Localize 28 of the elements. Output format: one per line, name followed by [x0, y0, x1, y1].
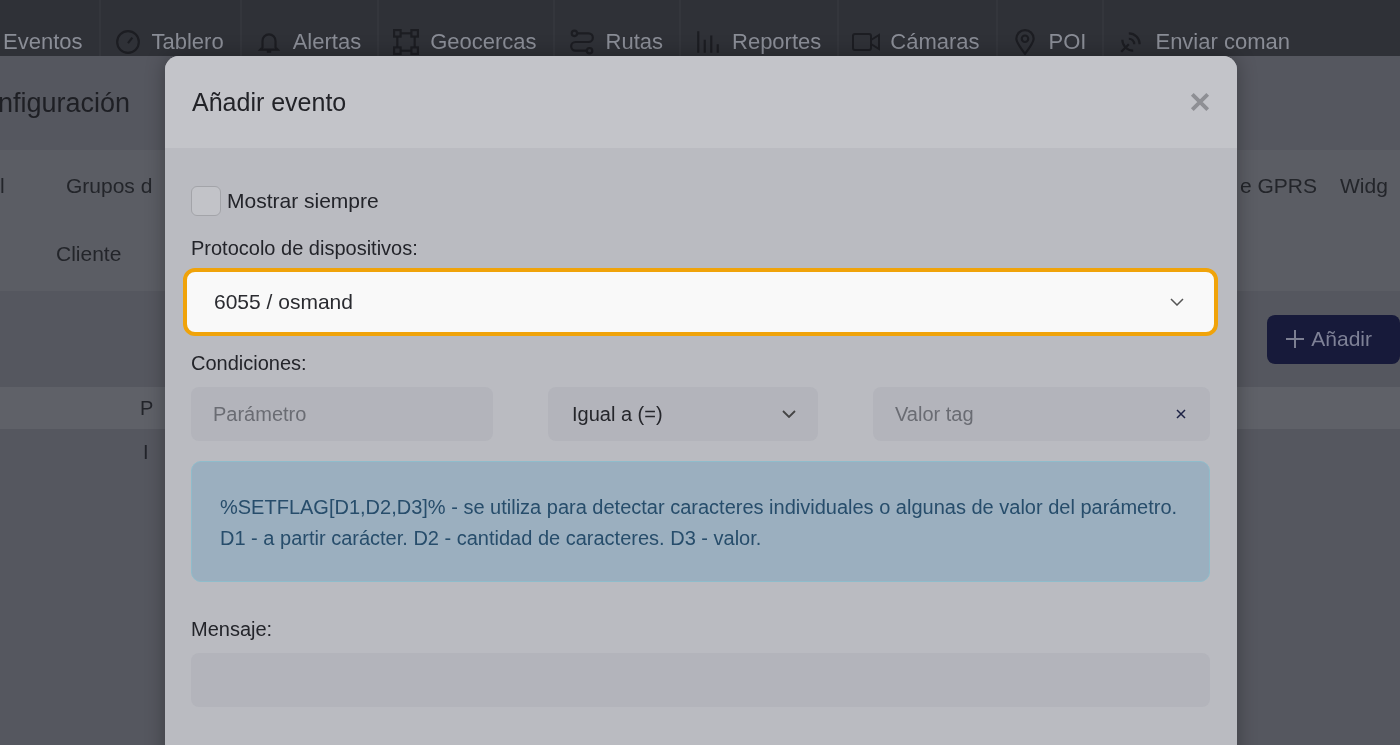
- table-header-cell: P: [140, 396, 154, 420]
- protocol-select[interactable]: 6055 / osmand: [183, 268, 1218, 336]
- nav-item[interactable]: Eventos: [0, 0, 99, 56]
- chevron-down-icon: [1170, 298, 1184, 306]
- page-title: nfiguración: [0, 87, 131, 119]
- bar-chart-icon: [694, 29, 722, 55]
- field-label: Mensaje:: [191, 618, 274, 641]
- field-label: Protocolo de dispositivos:: [191, 237, 419, 260]
- add-button[interactable]: Añadir: [1267, 314, 1400, 364]
- clear-icon[interactable]: [1176, 409, 1186, 419]
- close-icon[interactable]: [1189, 91, 1211, 113]
- tab[interactable]: Cliente: [56, 242, 122, 266]
- route-icon: [567, 29, 596, 55]
- chevron-down-icon: [782, 410, 796, 418]
- tab[interactable]: e GPRS: [1240, 174, 1318, 198]
- checkbox[interactable]: [191, 186, 221, 216]
- gauge-icon: [113, 29, 142, 55]
- plus-icon: [1285, 329, 1306, 349]
- checkbox-label: Mostrar siempre: [227, 189, 379, 213]
- field-label: Condiciones:: [191, 352, 308, 375]
- tab[interactable]: l: [0, 174, 5, 198]
- tab[interactable]: Widg: [1340, 174, 1388, 198]
- operator-select[interactable]: Igual a (=): [548, 387, 818, 441]
- value-tag-field[interactable]: Valor tag: [873, 387, 1210, 441]
- parameter-field[interactable]: Parámetro: [191, 387, 493, 441]
- info-alert: %SETFLAG[D1,D2,D3]% - se utiliza para detectar caracteres individuales o algunas de valor del parámetro. D1 - a partir carácter. D2 - cantidad de caracteres. D3 - valor.: [191, 461, 1210, 582]
- dialog-title: Añadir evento: [192, 87, 347, 117]
- tab[interactable]: Grupos d: [66, 174, 153, 198]
